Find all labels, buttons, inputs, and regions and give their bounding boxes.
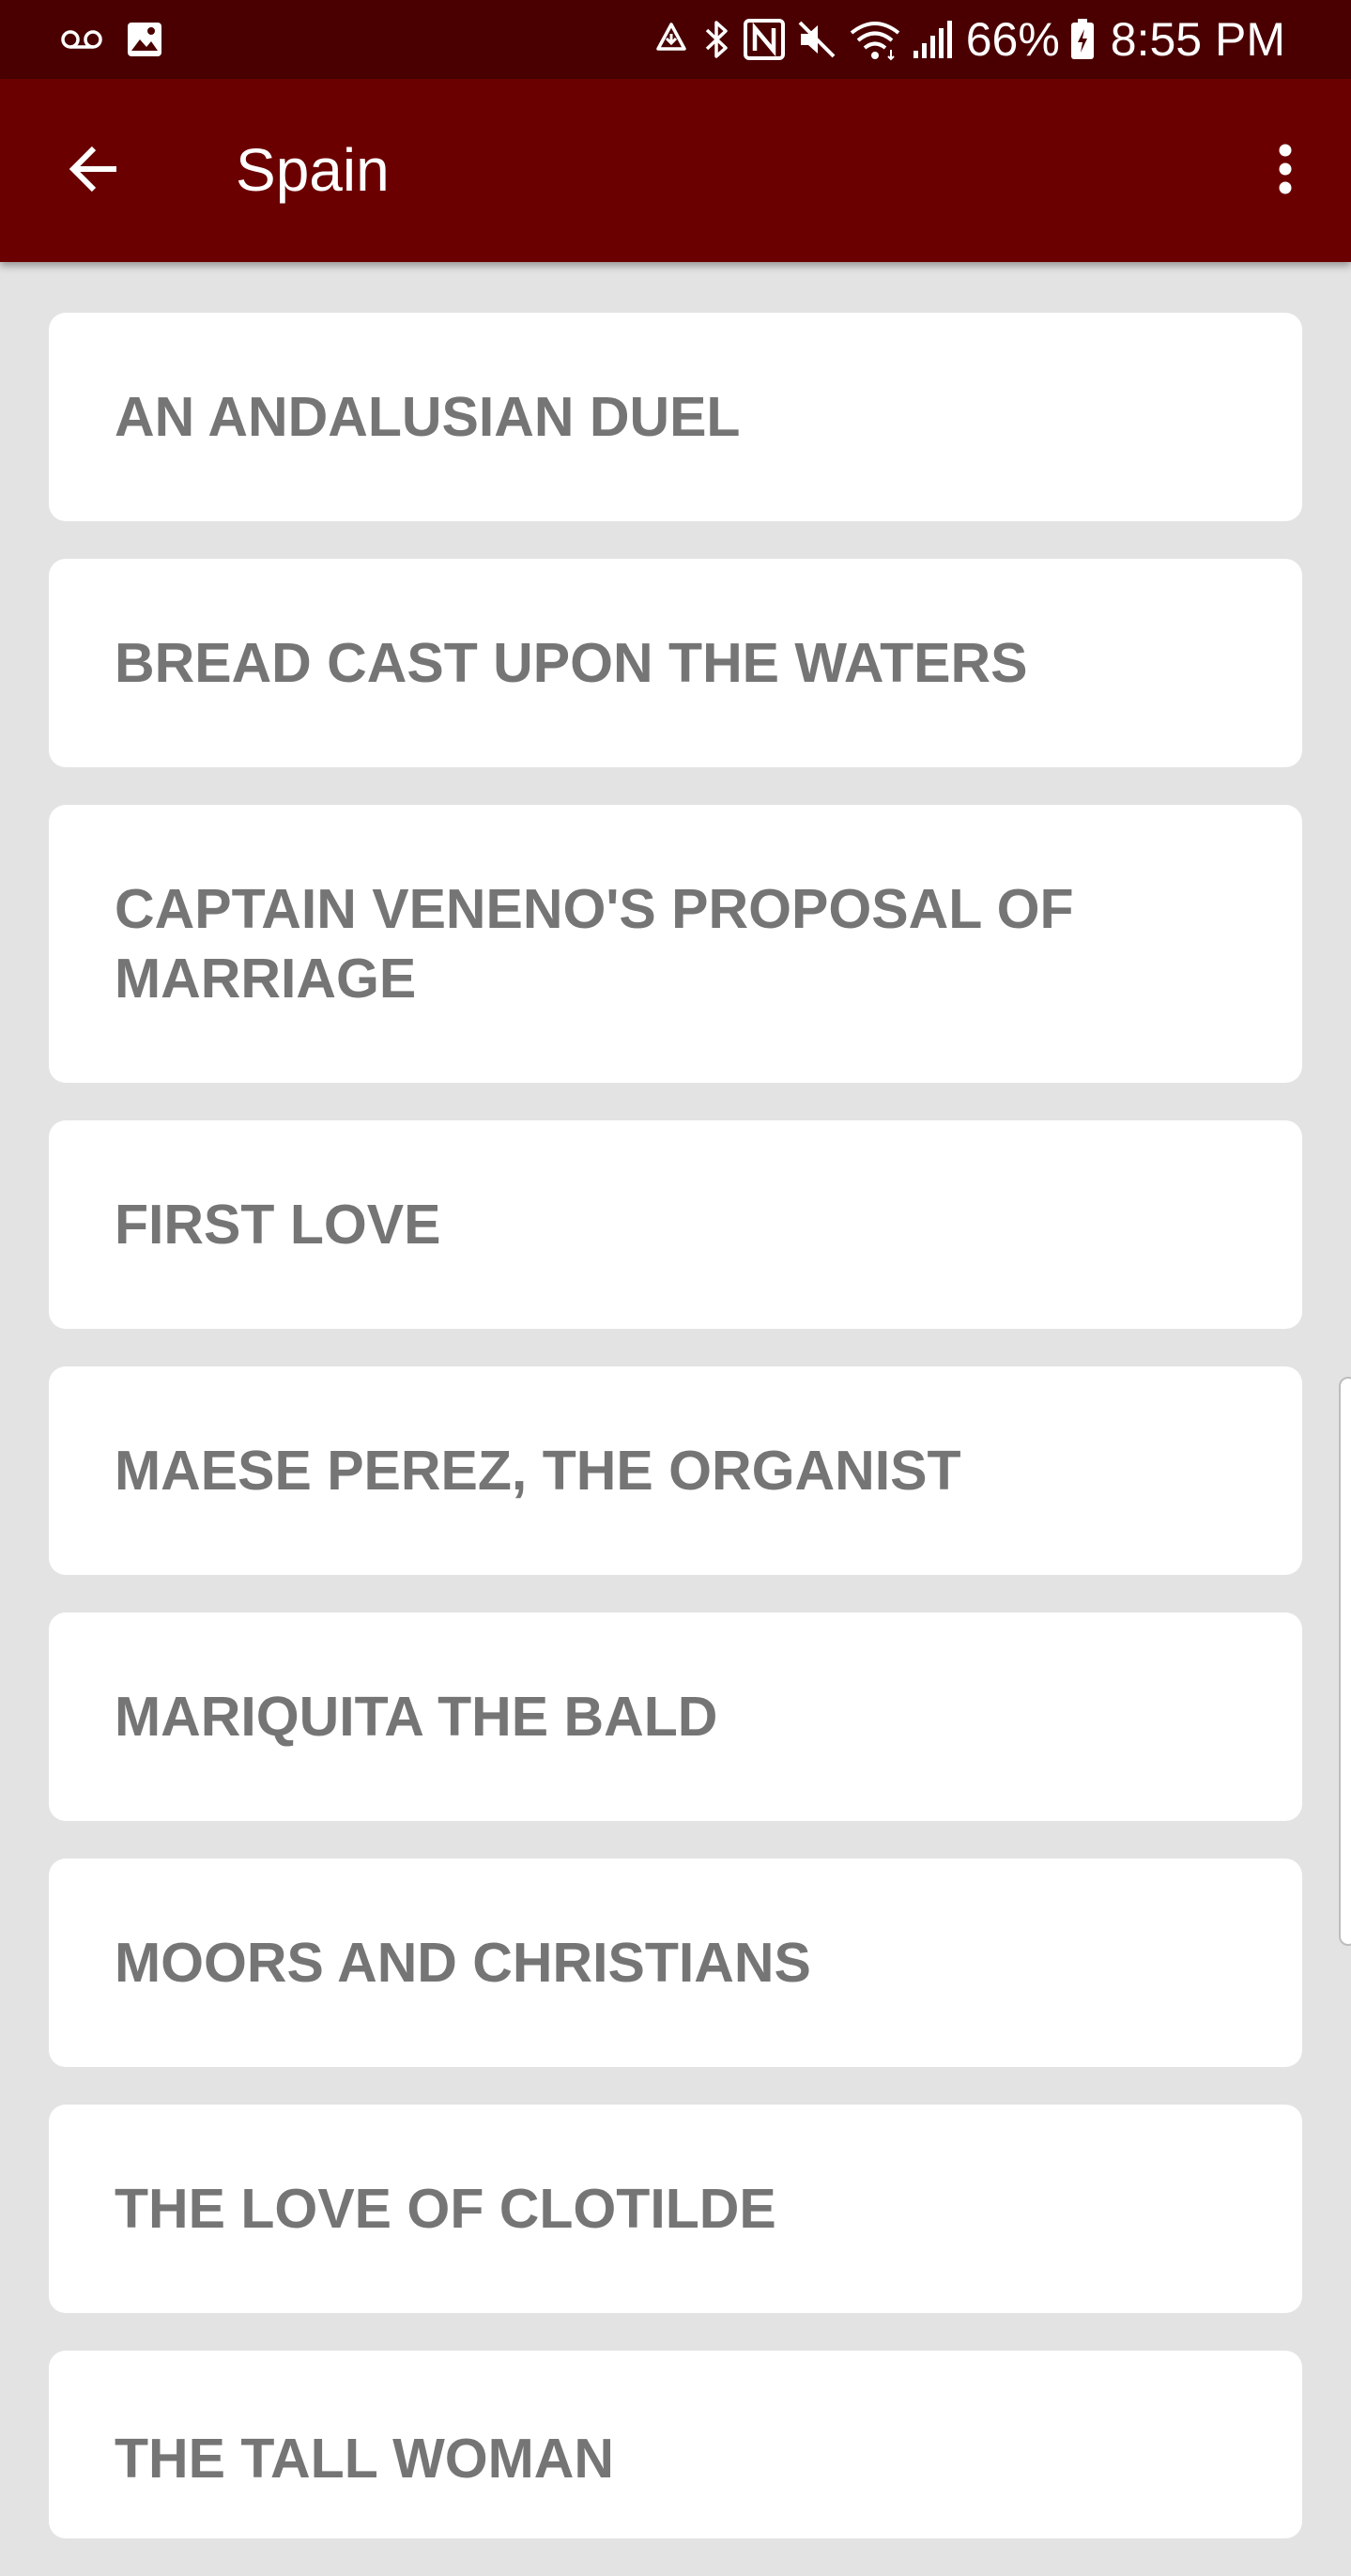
voicemail-icon — [60, 28, 103, 51]
status-right-icons: 66% 8:55 PM — [651, 13, 1285, 66]
clock: 8:55 PM — [1110, 13, 1285, 66]
bluetooth-icon — [701, 18, 733, 61]
signal-icon — [912, 19, 953, 60]
list-item[interactable]: THE LOVE OF CLOTILDE — [49, 2105, 1302, 2313]
battery-icon — [1069, 18, 1096, 61]
wifi-icon — [848, 18, 902, 61]
more-options-button[interactable] — [1248, 133, 1323, 208]
arrow-back-icon — [66, 141, 122, 202]
app-bar: Spain — [0, 79, 1351, 262]
sync-icon — [651, 19, 692, 60]
list-item[interactable]: MAESE PEREZ, THE ORGANIST — [49, 1366, 1302, 1575]
list-item[interactable]: BREAD CAST UPON THE WATERS — [49, 559, 1302, 767]
list-item[interactable]: MARIQUITA THE BALD — [49, 1612, 1302, 1821]
list-item[interactable]: MOORS AND CHRISTIANS — [49, 1859, 1302, 2067]
list-item[interactable]: THE TALL WOMAN — [49, 2351, 1302, 2538]
list-item[interactable]: FIRST LOVE — [49, 1120, 1302, 1329]
status-bar: 66% 8:55 PM — [0, 0, 1351, 79]
more-vert-icon — [1276, 141, 1295, 202]
list-item[interactable]: AN ANDALUSIAN DUEL — [49, 313, 1302, 521]
story-list: AN ANDALUSIAN DUEL BREAD CAST UPON THE W… — [49, 313, 1302, 2576]
mute-icon — [795, 18, 838, 61]
page-title: Spain — [236, 136, 390, 204]
battery-percent: 66% — [965, 13, 1060, 66]
status-left-icons — [60, 17, 163, 62]
list-item[interactable]: CAPTAIN VENENO'S PROPOSAL OF MARRIAGE — [49, 805, 1302, 1083]
nfc-icon — [743, 18, 786, 61]
image-icon — [126, 21, 163, 58]
back-button[interactable] — [56, 133, 131, 208]
fast-scroll-handle[interactable] — [1339, 1377, 1351, 1946]
